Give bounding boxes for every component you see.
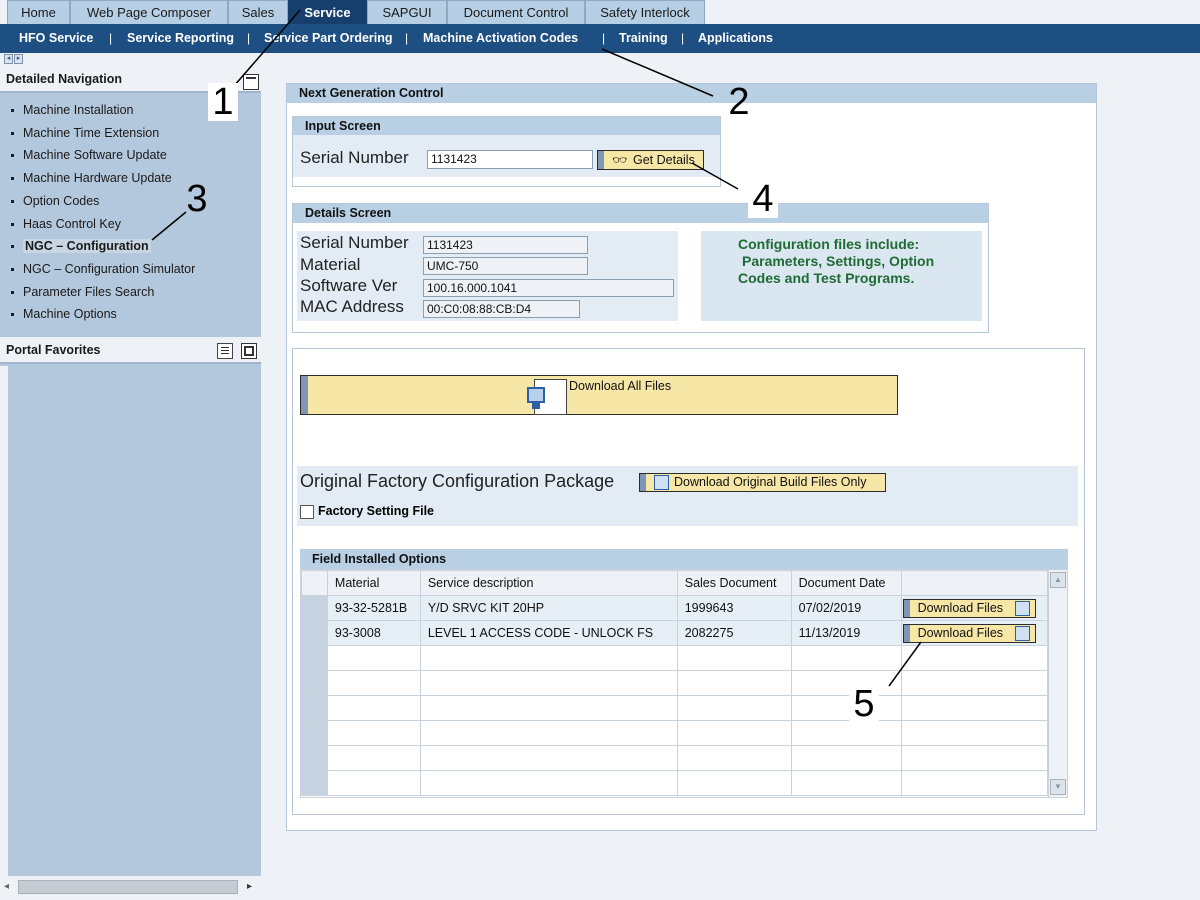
annotation-lines — [151, 9, 922, 687]
annotation-2: 2 — [728, 81, 750, 123]
annotation-1: 1 — [208, 83, 238, 121]
annotation-3: 3 — [186, 178, 208, 220]
annotation-5: 5 — [849, 685, 879, 723]
annotation-4: 4 — [748, 180, 778, 218]
